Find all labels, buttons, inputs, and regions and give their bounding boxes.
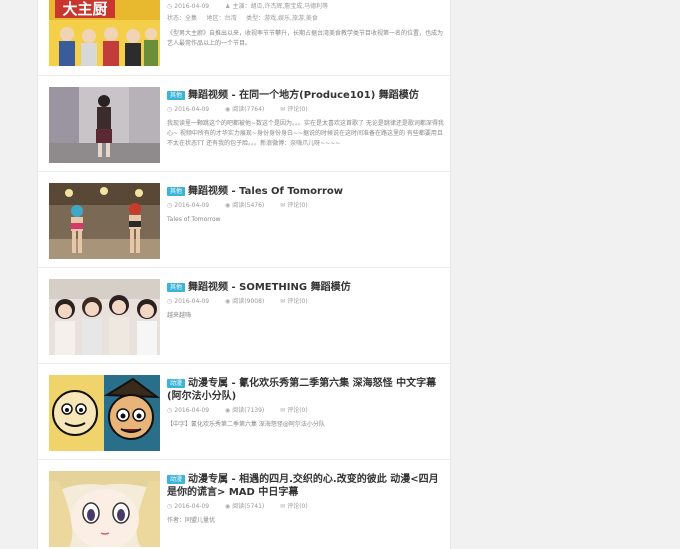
post-meta-4: ◷ 2016-04-09 ◉ 阅读(7139) ✉ 评论(0) bbox=[167, 406, 444, 415]
post-region: 地区：台湾 bbox=[206, 15, 237, 22]
post-content-1: 其他 舞蹈视频 - 在同一个地方(Produce101) 舞蹈模仿 ◷ 2016-0… bbox=[167, 89, 444, 149]
category-badge[interactable]: 动漫 bbox=[167, 379, 186, 388]
post-thumbnail-2[interactable] bbox=[49, 183, 160, 259]
post-views-3: ◉ 阅读(9008) bbox=[225, 298, 265, 305]
post-title-text: 舞蹈视频 - Tales Of Tomorrow bbox=[188, 186, 344, 197]
post-list-panel: 大主厨 ◷ 2016-04-09 ♟ 主演：胡瓜,许杰辉,詹宝成,马德利等 状态：全… bbox=[37, 0, 451, 549]
post-item-3: 其他 舞蹈视频 - SOMETHING 舞蹈模仿 ◷ 2016-04-09 ◉ 阅读(… bbox=[38, 268, 450, 364]
post-info-0: 状态：全集 地区：台湾 类型：游戏,娱乐,旅游,美食 bbox=[167, 14, 444, 24]
comment-icon: ✉ bbox=[280, 106, 286, 113]
category-badge[interactable]: 其他 bbox=[167, 187, 186, 196]
post-thumbnail-1[interactable] bbox=[49, 87, 160, 163]
post-excerpt-4: 【中字】氰化欢乐秀第二季第六集 深海怒怪@阿尔法小分队 bbox=[167, 421, 325, 428]
post-comments-1[interactable]: ✉ 评论(0) bbox=[280, 105, 308, 114]
post-content-5: 动漫 动漫专属 - 相遇的四月.交织的心.改变的彼此 动漫<四月是你的谎言> MA… bbox=[167, 473, 444, 526]
dance-video-thumbnail bbox=[49, 87, 160, 163]
clock-icon: ◷ bbox=[167, 503, 173, 510]
post-title-2[interactable]: 其他 舞蹈视频 - Tales Of Tomorrow bbox=[167, 185, 444, 198]
post-title-text: 舞蹈视频 - SOMETHING 舞蹈模仿 bbox=[188, 282, 351, 293]
post-meta-5: ◷ 2016-04-09 ◉ 阅读(5741) ✉ 评论(0) bbox=[167, 502, 444, 511]
post-content-4: 动漫 动漫专属 - 氰化欢乐秀第二季第六集 深海怒怪 中文字幕(阿尔法小分队) ◷… bbox=[167, 377, 444, 430]
post-excerpt-0: 《型男大主廚》自推出以来，收视率节节攀升，长期占据台湾美食教学类节目收视第一名的… bbox=[167, 30, 444, 47]
post-actors-0: ♟ 主演：胡瓜,许杰辉,詹宝成,马德利等 bbox=[225, 3, 329, 10]
post-excerpt-2: Tales of Tomorrow bbox=[167, 216, 221, 223]
post-date-4: ◷ 2016-04-09 bbox=[167, 407, 210, 414]
post-title-5[interactable]: 动漫 动漫专属 - 相遇的四月.交织的心.改变的彼此 动漫<四月是你的谎言> MA… bbox=[167, 473, 444, 499]
clock-icon: ◷ bbox=[167, 407, 173, 414]
post-excerpt-5: 作者：同盟儿量优 bbox=[167, 517, 216, 524]
svg-text:大主厨: 大主厨 bbox=[62, 0, 107, 18]
post-comments-5[interactable]: ✉ 评论(0) bbox=[280, 502, 308, 511]
post-meta-3: ◷ 2016-04-09 ◉ 阅读(9008) ✉ 评论(0) bbox=[167, 297, 444, 306]
post-thumbnail-4[interactable] bbox=[49, 375, 160, 451]
category-badge[interactable]: 动漫 bbox=[167, 475, 186, 484]
dance-video-thumbnail bbox=[49, 279, 160, 355]
post-content-2: 其他 舞蹈视频 - Tales Of Tomorrow ◷ 2016-04-09 ◉… bbox=[167, 185, 444, 225]
post-date-1: ◷ 2016-04-09 bbox=[167, 106, 210, 113]
post-title-text: 动漫专属 - 氰化欢乐秀第二季第六集 深海怒怪 中文字幕(阿尔法小分队) bbox=[167, 378, 437, 402]
post-views-1: ◉ 阅读(7764) bbox=[225, 106, 265, 113]
category-badge[interactable]: 其他 bbox=[167, 283, 186, 292]
post-comments-4[interactable]: ✉ 评论(0) bbox=[280, 406, 308, 415]
post-content-0: ◷ 2016-04-09 ♟ 主演：胡瓜,许杰辉,詹宝成,马德利等 状态：全集 地区… bbox=[167, 2, 444, 49]
post-meta-1: ◷ 2016-04-09 ◉ 阅读(7764) ✉ 评论(0) bbox=[167, 105, 444, 114]
post-content-3: 其他 舞蹈视频 - SOMETHING 舞蹈模仿 ◷ 2016-04-09 ◉ 阅读(… bbox=[167, 281, 444, 321]
post-comments-3[interactable]: ✉ 评论(0) bbox=[280, 297, 308, 306]
dance-video-thumbnail bbox=[49, 183, 160, 259]
post-meta-0: ◷ 2016-04-09 ♟ 主演：胡瓜,许杰辉,詹宝成,马德利等 bbox=[167, 2, 444, 11]
post-meta-2: ◷ 2016-04-09 ◉ 阅读(5476) ✉ 评论(0) bbox=[167, 201, 444, 210]
eye-icon: ◉ bbox=[225, 407, 231, 414]
post-thumbnail-0[interactable]: 大主厨 bbox=[49, 0, 160, 66]
post-item-0: 大主厨 ◷ 2016-04-09 ♟ 主演：胡瓜,许杰辉,詹宝成,马德利等 状态：全… bbox=[38, 0, 450, 76]
post-excerpt-3: 越来越嗨 bbox=[167, 312, 192, 319]
eye-icon: ◉ bbox=[225, 298, 231, 305]
show-poster-image: 大主厨 bbox=[49, 0, 160, 66]
post-date-0: ◷ 2016-04-09 bbox=[167, 3, 210, 10]
post-status: 状态：全集 bbox=[167, 15, 198, 22]
category-badge[interactable]: 其他 bbox=[167, 91, 186, 100]
post-title-1[interactable]: 其他 舞蹈视频 - 在同一个地方(Produce101) 舞蹈模仿 bbox=[167, 89, 444, 102]
post-genre: 类型：游戏,娱乐,旅游,美食 bbox=[246, 15, 318, 22]
post-comments-2[interactable]: ✉ 评论(0) bbox=[280, 201, 308, 210]
comment-icon: ✉ bbox=[280, 503, 286, 510]
comment-icon: ✉ bbox=[280, 298, 286, 305]
post-thumbnail-5[interactable] bbox=[49, 471, 160, 547]
post-title-3[interactable]: 其他 舞蹈视频 - SOMETHING 舞蹈模仿 bbox=[167, 281, 444, 294]
comment-icon: ✉ bbox=[280, 202, 286, 209]
post-views-5: ◉ 阅读(5741) bbox=[225, 503, 265, 510]
post-item-5: 动漫 动漫专属 - 相遇的四月.交织的心.改变的彼此 动漫<四月是你的谎言> MA… bbox=[38, 460, 450, 549]
eye-icon: ◉ bbox=[225, 202, 231, 209]
post-item-2: 其他 舞蹈视频 - Tales Of Tomorrow ◷ 2016-04-09 ◉… bbox=[38, 172, 450, 268]
post-excerpt-1: 我现读里一颗跳这个的吧都被他~数这个是因为。。。实在是太喜欢这首歌了 无论是跳律… bbox=[167, 120, 444, 147]
post-title-text: 舞蹈视频 - 在同一个地方(Produce101) 舞蹈模仿 bbox=[188, 90, 419, 101]
post-date-2: ◷ 2016-04-09 bbox=[167, 202, 210, 209]
post-date-5: ◷ 2016-04-09 bbox=[167, 503, 210, 510]
clock-icon: ◷ bbox=[167, 202, 173, 209]
clock-icon: ◷ bbox=[167, 298, 173, 305]
post-title-text: 动漫专属 - 相遇的四月.交织的心.改变的彼此 动漫<四月是你的谎言> MAD … bbox=[167, 474, 439, 498]
post-item-4: 动漫 动漫专属 - 氰化欢乐秀第二季第六集 深海怒怪 中文字幕(阿尔法小分队) ◷… bbox=[38, 364, 450, 460]
eye-icon: ◉ bbox=[225, 503, 231, 510]
post-item-1: 其他 舞蹈视频 - 在同一个地方(Produce101) 舞蹈模仿 ◷ 2016-0… bbox=[38, 76, 450, 172]
user-icon: ♟ bbox=[225, 3, 231, 10]
anime-thumbnail bbox=[49, 471, 160, 547]
post-date-3: ◷ 2016-04-09 bbox=[167, 298, 210, 305]
comment-icon: ✉ bbox=[280, 407, 286, 414]
post-thumbnail-3[interactable] bbox=[49, 279, 160, 355]
post-views-4: ◉ 阅读(7139) bbox=[225, 407, 265, 414]
clock-icon: ◷ bbox=[167, 106, 173, 113]
eye-icon: ◉ bbox=[225, 106, 231, 113]
post-title-4[interactable]: 动漫 动漫专属 - 氰化欢乐秀第二季第六集 深海怒怪 中文字幕(阿尔法小分队) bbox=[167, 377, 444, 403]
clock-icon: ◷ bbox=[167, 3, 173, 10]
post-views-2: ◉ 阅读(5476) bbox=[225, 202, 265, 209]
cartoon-thumbnail bbox=[49, 375, 160, 451]
